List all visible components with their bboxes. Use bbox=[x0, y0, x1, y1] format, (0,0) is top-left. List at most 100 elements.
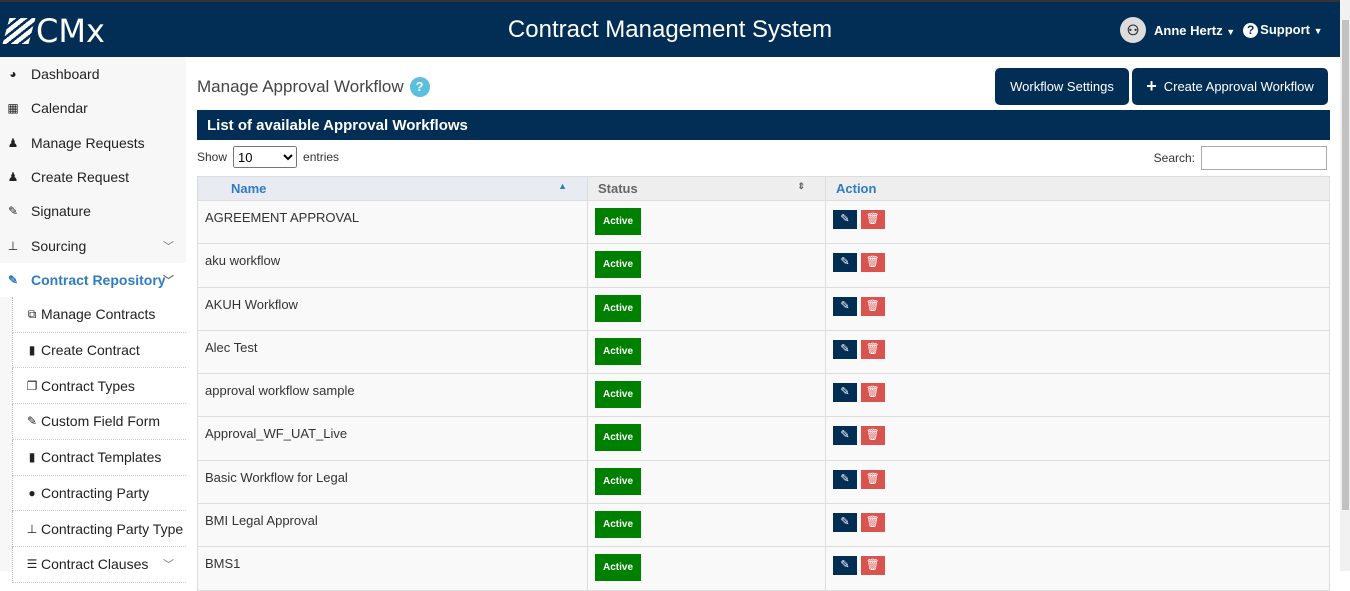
menu-item-icon: ● bbox=[28, 485, 36, 500]
workflow-name: Basic Workflow for Legal bbox=[197, 459, 588, 505]
sidebar-subitem-contract-types[interactable]: ❐ Contract Types bbox=[12, 368, 186, 405]
sidebar-item-calendar[interactable]: ▦ Calendar bbox=[0, 91, 186, 125]
edit-button[interactable]: ✎ bbox=[833, 383, 857, 403]
avatar[interactable]: ⚇ bbox=[1120, 17, 1146, 43]
status-badge: Active bbox=[595, 337, 642, 365]
sort-asc-icon: ▲ bbox=[558, 181, 567, 191]
sidebar-item-label: Contract Types bbox=[41, 377, 135, 394]
table-row: approval workflow sample Active ✎ 🗑 bbox=[197, 373, 1330, 418]
column-header-name[interactable]: Name ▲ bbox=[197, 176, 588, 201]
page-size-select[interactable]: 10 bbox=[233, 146, 298, 168]
edit-button[interactable]: ✎ bbox=[833, 339, 857, 359]
table-row: AGREEMENT APPROVAL Active ✎ 🗑 bbox=[197, 199, 1330, 245]
sidebar-subitem-contract-clauses[interactable]: ☰ Contract Clauses ﹀ bbox=[12, 546, 186, 583]
delete-button[interactable]: 🗑 bbox=[860, 556, 885, 576]
workflow-settings-button[interactable]: Workflow Settings bbox=[995, 68, 1129, 105]
table-row: BMS1 Active ✎ 🗑 bbox=[197, 546, 1330, 591]
create-approval-workflow-button[interactable]: + Create Approval Workflow bbox=[1132, 68, 1328, 105]
table-row: Approval_WF_UAT_Live Active ✎ 🗑 bbox=[197, 416, 1330, 461]
sidebar-item-signature[interactable]: ✎ Signature bbox=[0, 194, 186, 228]
workflow-table: Name ▲ Status ⇕ Action AGREEMENT APPROVAL A… bbox=[197, 176, 1330, 591]
status-badge: Active bbox=[595, 467, 642, 495]
sidebar-item-label: Contract Clauses bbox=[41, 556, 149, 573]
table-row: aku workflow Active ✎ 🗑 bbox=[197, 243, 1330, 288]
panel-title: List of available Approval Workflows bbox=[197, 110, 1330, 140]
edit-button[interactable]: ✎ bbox=[833, 556, 857, 576]
question-icon: ? bbox=[1243, 23, 1259, 38]
edit-button[interactable]: ✎ bbox=[833, 296, 857, 316]
edit-button[interactable]: ✎ bbox=[833, 210, 857, 229]
delete-button[interactable]: 🗑 bbox=[860, 253, 885, 273]
sidebar-item-label: Create Request bbox=[31, 169, 130, 186]
column-header-status[interactable]: Status ⇕ bbox=[587, 176, 826, 201]
status-badge: Active bbox=[595, 424, 642, 452]
sidebar-subitem-create-contract[interactable]: ▮ Create Contract bbox=[12, 332, 186, 369]
delete-button[interactable]: 🗑 bbox=[860, 469, 885, 489]
sidebar-item-label: Custom Field Form bbox=[41, 413, 161, 430]
table-row: AKUH Workflow Active ✎ 🗑 bbox=[197, 286, 1330, 331]
chevron-down-icon: ﹀ bbox=[163, 274, 174, 287]
entries-label: entries bbox=[303, 150, 340, 164]
user-menu[interactable]: Anne Hertz ▼ bbox=[1154, 23, 1235, 38]
workflow-name: Alec Test bbox=[197, 329, 588, 375]
workflow-name: AGREEMENT APPROVAL bbox=[197, 199, 588, 245]
plus-icon: + bbox=[1146, 76, 1157, 96]
edit-button[interactable]: ✎ bbox=[833, 426, 857, 446]
delete-button[interactable]: 🗑 bbox=[860, 513, 885, 533]
delete-button[interactable]: 🗑 bbox=[860, 339, 885, 359]
sitemap-icon: ⊥ bbox=[7, 238, 19, 253]
sidebar-subitem-manage-contracts[interactable]: ⧉ Manage Contracts bbox=[12, 297, 186, 333]
workflow-name: BMS1 bbox=[197, 546, 588, 591]
status-badge: Active bbox=[595, 208, 642, 235]
sidebar-subitem-custom-field-form[interactable]: ✎ Custom Field Form bbox=[12, 404, 186, 440]
table-row: BMI Legal Approval Active ✎ 🗑 bbox=[197, 503, 1330, 548]
sidebar-item-manage-requests[interactable]: ♟ Manage Requests bbox=[0, 126, 186, 160]
sidebar-item-label: Calendar bbox=[31, 100, 88, 117]
sidebar-item-label: Manage Requests bbox=[31, 134, 145, 151]
search-input[interactable] bbox=[1201, 146, 1327, 170]
page-title: Manage Approval Workflow bbox=[197, 77, 404, 96]
help-icon[interactable]: ? bbox=[409, 77, 430, 97]
support-menu[interactable]: ? Support ▼ bbox=[1243, 22, 1323, 38]
status-badge: Active bbox=[595, 554, 642, 582]
sidebar: ◕ Dashboard ▦ Calendar ♟ Manage Requests ♟ Crea… bbox=[0, 57, 186, 583]
edit-button[interactable]: ✎ bbox=[833, 513, 857, 533]
sidebar-subitem-contracting-party[interactable]: ● Contracting Party bbox=[12, 475, 186, 512]
table-row: Basic Workflow for Legal Active ✎ 🗑 bbox=[197, 459, 1330, 505]
edit-button[interactable]: ✎ bbox=[833, 469, 857, 489]
sidebar-item-label: Signature bbox=[31, 203, 91, 220]
sidebar-item-label: Create Contract bbox=[41, 342, 140, 359]
menu-item-icon: ⊥ bbox=[26, 521, 38, 536]
menu-item-icon: ☰ bbox=[26, 557, 38, 572]
caret-down-icon: ▼ bbox=[1226, 26, 1236, 37]
workflow-name: AKUH Workflow bbox=[197, 286, 588, 331]
sidebar-item-label: Sourcing bbox=[31, 237, 87, 254]
sidebar-item-label: Contract Repository bbox=[31, 271, 166, 288]
status-badge: Active bbox=[595, 294, 642, 322]
sidebar-item-sourcing[interactable]: ⊥ Sourcing ﹀ bbox=[0, 228, 186, 262]
sidebar-item-label: Manage Contracts bbox=[41, 306, 156, 323]
edit-icon: ✎ bbox=[7, 272, 19, 287]
edit-button[interactable]: ✎ bbox=[833, 253, 857, 273]
chevron-down-icon: ﹀ bbox=[163, 240, 174, 253]
sidebar-subitem-contract-templates[interactable]: ▮ Contract Templates bbox=[12, 439, 186, 476]
sidebar-item-dashboard[interactable]: ◕ Dashboard bbox=[0, 57, 186, 91]
sidebar-item-contract-repository[interactable]: ✎ Contract Repository ﹀ bbox=[0, 262, 186, 298]
sidebar-item-label: Contracting Party Type bbox=[41, 520, 184, 537]
sidebar-item-create-request[interactable]: ♟ Create Request bbox=[0, 160, 186, 194]
sidebar-subitem-contracting-party-type[interactable]: ⊥ Contracting Party Type bbox=[12, 511, 186, 547]
delete-button[interactable]: 🗑 bbox=[860, 383, 885, 403]
user-tie-icon: ♟ bbox=[7, 170, 19, 185]
chevron-down-icon: ﹀ bbox=[163, 559, 174, 572]
workflow-name: Approval_WF_UAT_Live bbox=[197, 416, 588, 461]
delete-button[interactable]: 🗑 bbox=[860, 210, 885, 229]
pencil-icon: ✎ bbox=[7, 204, 19, 219]
column-header-action: Action bbox=[825, 176, 1330, 201]
scrollbar-thumb[interactable] bbox=[1342, 20, 1349, 510]
status-badge: Active bbox=[595, 511, 642, 539]
status-badge: Active bbox=[595, 381, 642, 409]
calendar-icon: ▦ bbox=[7, 101, 19, 116]
delete-button[interactable]: 🗑 bbox=[860, 296, 885, 316]
sort-icon: ⇕ bbox=[797, 181, 805, 191]
delete-button[interactable]: 🗑 bbox=[860, 426, 885, 446]
